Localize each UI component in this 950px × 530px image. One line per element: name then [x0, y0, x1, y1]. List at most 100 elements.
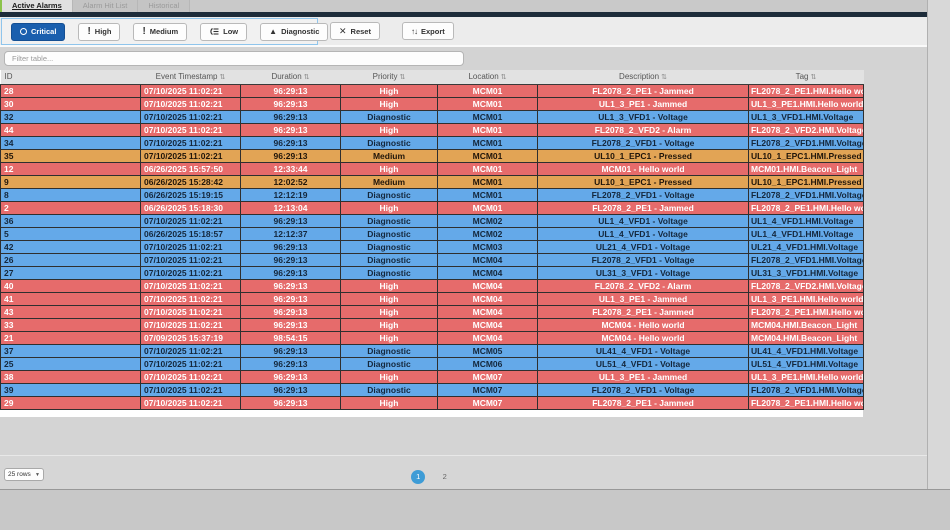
- cell-tag: UL1_3_PE1.HMI.Hello world: [748, 96, 864, 111]
- table-row[interactable]: 36 07/10/2025 11:02:21 96:29:13 Diagnostic M…: [0, 213, 864, 228]
- column-header-timestamp[interactable]: Event Timestamp ⇅: [140, 70, 241, 85]
- cell-timestamp: 07/10/2025 11:02:21: [140, 291, 241, 306]
- cell-id: 2: [0, 200, 141, 215]
- cell-tag: UL10_1_EPC1.HMI.Pressed: [748, 148, 864, 163]
- page-button-2[interactable]: 2: [438, 470, 452, 484]
- cell-location: MCM01: [437, 122, 538, 137]
- table-row[interactable]: 34 07/10/2025 11:02:21 96:29:13 Diagnostic M…: [0, 135, 864, 150]
- cell-duration: 96:29:13: [240, 304, 341, 319]
- cell-tag: MCM04.HMI.Beacon_Light: [748, 317, 864, 332]
- alarm-table: ID Event Timestamp ⇅ Duration ⇅ Priority ⇅ Loca…: [0, 70, 864, 410]
- table-row[interactable]: 39 07/10/2025 11:02:21 96:29:13 Diagnostic M…: [0, 382, 864, 397]
- page-button-1[interactable]: 1: [411, 470, 426, 484]
- table-row[interactable]: 12 06/26/2025 15:57:50 12:33:44 High MCM01 MC…: [0, 161, 864, 176]
- cell-location: MCM04: [437, 330, 538, 345]
- table-row[interactable]: 2 06/26/2025 15:18:30 12:13:04 High MCM01 FL2…: [0, 200, 864, 215]
- cell-priority: High: [340, 291, 438, 306]
- table-row[interactable]: 41 07/10/2025 11:02:21 96:29:13 High MCM04 UL…: [0, 291, 864, 306]
- cell-tag: UL41_4_VFD1.HMI.Voltage: [748, 343, 864, 358]
- cell-duration: 12:12:19: [240, 187, 341, 202]
- cell-location: MCM01: [437, 83, 538, 98]
- cell-id: 34: [0, 135, 141, 150]
- sort-arrows-icon: ⇅: [399, 74, 406, 82]
- cell-description: FL2078_2_VFD1 - Voltage: [537, 382, 749, 397]
- table-row[interactable]: 42 07/10/2025 11:02:21 96:29:13 Diagnostic M…: [0, 239, 864, 254]
- tab-active-alarms[interactable]: Active Alarms: [2, 0, 73, 12]
- cell-duration: 96:29:13: [240, 369, 341, 384]
- table-row[interactable]: 35 07/10/2025 11:02:21 96:29:13 Medium MCM01…: [0, 148, 864, 163]
- vertical-scrollbar-track[interactable]: [927, 0, 950, 489]
- cell-timestamp: 07/10/2025 11:02:21: [140, 278, 241, 293]
- cell-priority: Medium: [340, 148, 438, 163]
- list-curve-icon: [210, 28, 219, 35]
- filter-button-diagnostic[interactable]: ▲ Diagnostic: [260, 22, 329, 41]
- table-row[interactable]: 5 06/26/2025 15:18:57 12:12:37 Diagnostic MC…: [0, 226, 864, 241]
- tab-bar: Active Alarms Alarm Hit List Historical: [0, 0, 927, 12]
- table-row[interactable]: 27 07/10/2025 11:02:21 96:29:13 Diagnostic M…: [0, 265, 864, 280]
- column-header-tag[interactable]: Tag ⇅: [748, 70, 864, 85]
- cell-description: FL2078_2_PE1 - Jammed: [537, 200, 749, 215]
- cell-duration: 96:29:13: [240, 265, 341, 280]
- cell-id: 5: [0, 226, 141, 241]
- cell-location: MCM04: [437, 291, 538, 306]
- column-header-priority[interactable]: Priority ⇅: [340, 70, 438, 85]
- tab-historical[interactable]: Historical: [138, 0, 191, 12]
- cell-location: MCM04: [437, 265, 538, 280]
- table-row[interactable]: 26 07/10/2025 11:02:21 96:29:13 Diagnostic M…: [0, 252, 864, 267]
- cell-tag: FL2078_2_VFD2.HMI.Voltage: [748, 278, 864, 293]
- tab-alarm-hit-list[interactable]: Alarm Hit List: [72, 0, 139, 12]
- cell-timestamp: 06/26/2025 15:18:30: [140, 200, 241, 215]
- table-row[interactable]: 30 07/10/2025 11:02:21 96:29:13 High MCM01 UL…: [0, 96, 864, 111]
- table-row[interactable]: 37 07/10/2025 11:02:21 96:29:13 Diagnostic M…: [0, 343, 864, 358]
- table-row[interactable]: 28 07/10/2025 11:02:21 96:29:13 High MCM01 FL…: [0, 83, 864, 98]
- cell-timestamp: 07/10/2025 11:02:21: [140, 148, 241, 163]
- cell-description: MCM04 - Hello world: [537, 330, 749, 345]
- filter-button-label: Low: [223, 27, 239, 36]
- table-row[interactable]: 29 07/10/2025 11:02:21 96:29:13 High MCM07 FL…: [0, 395, 864, 410]
- table-row[interactable]: 40 07/10/2025 11:02:21 96:29:13 High MCM04 FL…: [0, 278, 864, 293]
- bottom-background-strip: [0, 489, 950, 530]
- cell-duration: 12:12:37: [240, 226, 341, 241]
- column-header-description[interactable]: Description ⇅: [537, 70, 749, 85]
- table-row[interactable]: 21 07/09/2025 15:37:19 98:54:15 High MCM04 MC…: [0, 330, 864, 345]
- column-header-id: ID: [0, 70, 141, 85]
- cell-priority: Diagnostic: [340, 213, 438, 228]
- table-row[interactable]: 8 06/26/2025 15:19:15 12:12:19 Diagnostic MC…: [0, 187, 864, 202]
- cell-timestamp: 07/10/2025 11:02:21: [140, 382, 241, 397]
- filter-button-high[interactable]: ! High: [78, 22, 121, 41]
- cell-timestamp: 07/10/2025 11:02:21: [140, 239, 241, 254]
- cell-priority: Diagnostic: [340, 252, 438, 267]
- table-row[interactable]: 33 07/10/2025 11:02:21 96:29:13 High MCM04 MC…: [0, 317, 864, 332]
- cell-timestamp: 06/26/2025 15:18:57: [140, 226, 241, 241]
- cell-timestamp: 07/10/2025 11:02:21: [140, 356, 241, 371]
- cell-location: MCM04: [437, 317, 538, 332]
- cell-priority: High: [340, 278, 438, 293]
- filter-button-low[interactable]: Low: [200, 22, 248, 41]
- cell-duration: 96:29:13: [240, 122, 341, 137]
- table-row[interactable]: 38 07/10/2025 11:02:21 96:29:13 High MCM07 UL…: [0, 369, 864, 384]
- cell-duration: 12:13:04: [240, 200, 341, 215]
- cell-id: 37: [0, 343, 141, 358]
- filter-button-critical[interactable]: Critical: [11, 22, 66, 41]
- table-row[interactable]: 44 07/10/2025 11:02:21 96:29:13 High MCM01 FL…: [0, 122, 864, 137]
- cell-location: MCM01: [437, 174, 538, 189]
- cell-tag: FL2078_2_VFD1.HMI.Voltage: [748, 135, 864, 150]
- filter-button-medium[interactable]: ! Medium: [133, 22, 188, 41]
- cell-id: 21: [0, 330, 141, 345]
- reset-button[interactable]: ✕ Reset: [330, 22, 380, 40]
- cell-id: 35: [0, 148, 141, 163]
- table-row[interactable]: 43 07/10/2025 11:02:21 96:29:13 High MCM04 FL…: [0, 304, 864, 319]
- filter-table-input[interactable]: [4, 51, 464, 66]
- cell-id: 25: [0, 356, 141, 371]
- column-header-location[interactable]: Location ⇅: [437, 70, 538, 85]
- cell-description: FL2078_2_VFD1 - Voltage: [537, 252, 749, 267]
- cell-tag: FL2078_2_PE1.HMI.Hello world: [748, 395, 864, 410]
- export-button[interactable]: ↑↓ Export: [402, 22, 454, 40]
- cell-duration: 96:29:13: [240, 278, 341, 293]
- table-row[interactable]: 25 07/10/2025 11:02:21 96:29:13 Diagnostic M…: [0, 356, 864, 371]
- filter-button-label: Medium: [149, 27, 179, 36]
- table-row[interactable]: 32 07/10/2025 11:02:21 96:29:13 Diagnostic M…: [0, 109, 864, 124]
- cell-id: 39: [0, 382, 141, 397]
- table-row[interactable]: 9 06/26/2025 15:28:42 12:02:52 Medium MCM01 U…: [0, 174, 864, 189]
- column-header-duration[interactable]: Duration ⇅: [240, 70, 341, 85]
